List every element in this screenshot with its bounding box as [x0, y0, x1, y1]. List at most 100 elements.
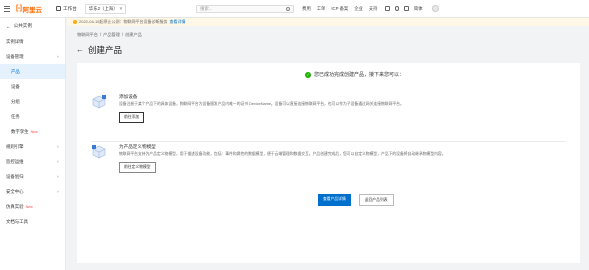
aliyun-logo[interactable]: [-] 阿里云 — [16, 4, 42, 14]
sidebar-item[interactable]: 任务 — [0, 109, 65, 124]
success-text: 您已成功完成创建产品，接下来您可以： — [314, 72, 405, 78]
step-description: 物联网平台支持为产品定义物模型，用于描述设备功能，包括：事件和属性的数据模型，便… — [119, 152, 446, 156]
step-description: 设备注册于某个产品下的具体设备，物联网平台为设备颁发产品内唯一的证书 Devic… — [119, 102, 404, 106]
step-title: 为产品定义物模型 — [119, 144, 156, 149]
message-icon[interactable] — [385, 6, 390, 11]
notice-link[interactable]: 查看详情 — [169, 19, 185, 25]
back-arrow-icon: ← — [6, 23, 11, 29]
sidebar-item-label: 仿真实验 New — [6, 204, 33, 210]
sidebar-item-text: 任务 — [11, 113, 20, 119]
sidebar-item[interactable]: 仿真实验 New — [0, 199, 65, 214]
sidebar-item[interactable]: 设备管理 ˄ — [0, 49, 65, 64]
new-badge: New — [30, 129, 38, 134]
sidebar-item-label: 安全中心 — [6, 189, 24, 195]
sidebar-item-label: 设备划归 — [6, 174, 24, 180]
menu-icon[interactable] — [0, 0, 14, 18]
cart-icon[interactable] — [404, 6, 409, 11]
sidebar-item-label: 数字孪生 New — [11, 129, 38, 135]
breadcrumb-separator: / — [99, 32, 102, 37]
sidebar-item-text: 安全中心 — [6, 188, 24, 194]
top-navigation-bar: [-] 阿里云 工作台 华东2（上海） ˅ 搜索... 费用 工单 ICP 备案… — [0, 0, 589, 18]
sidebar-item-label: 分组 — [11, 99, 20, 105]
sidebar-item-text: 实例详情 — [6, 38, 24, 44]
logo-mark: [-] — [16, 5, 22, 12]
notice-banner: 2022-04-15起停止公测：物联网平台设备诊断服务 查看详情 — [67, 18, 589, 26]
page-header: ← 创建产品 — [76, 44, 122, 56]
footer-actions: 查看产品详情 返回产品列表 — [318, 194, 394, 206]
sidebar-item-label: 实例详情 — [6, 39, 24, 45]
sidebar-item[interactable]: 设备 — [0, 79, 65, 94]
sidebar-item[interactable]: 产品 — [0, 64, 65, 79]
sidebar-item-label: 任务 — [11, 114, 20, 120]
region-selector[interactable]: 华东2（上海） ˅ — [84, 3, 127, 14]
top-link-icp[interactable]: ICP 备案 — [331, 6, 348, 12]
sidebar-item-text: 分组 — [11, 98, 20, 104]
breadcrumb: 物联网平台 / 产品管理 / 创建产品 — [77, 32, 142, 38]
model-cube-icon — [92, 145, 106, 159]
step-title: 添加设备 — [119, 94, 138, 99]
help-icon[interactable] — [394, 6, 400, 11]
sidebar-item-text: 设备 — [11, 83, 20, 89]
sidebar-item-text: 监控运维 — [6, 158, 24, 164]
top-icons: 简体 — [385, 5, 439, 12]
success-message: ✓ 您已成功完成创建产品，接下来您可以： — [305, 71, 404, 78]
breadcrumb-item-product-mgmt[interactable]: 产品管理 — [103, 32, 120, 38]
sidebar-item-label: 产品 — [11, 69, 20, 75]
device-cube-icon — [92, 95, 106, 109]
sidebar-item-text: 文档与工具 — [6, 218, 28, 224]
result-card: ✓ 您已成功完成创建产品，接下来您可以： 添加设备 设备注册于某个产品下的具体设… — [77, 63, 580, 263]
sidebar-item[interactable]: 分组 — [0, 94, 65, 109]
go-add-device-button[interactable]: 前往添加 — [119, 112, 145, 123]
chevron-icon: ˅ — [56, 144, 59, 149]
sidebar-item-label: 监控运维 — [6, 159, 24, 165]
avatar[interactable] — [431, 5, 439, 12]
search-icon — [286, 6, 291, 11]
breadcrumb-item-platform[interactable]: 物联网平台 — [77, 32, 98, 38]
chevron-down-icon: ˅ — [119, 6, 123, 11]
chevron-icon: ˄ — [56, 54, 59, 59]
top-link-enterprise[interactable]: 企业 — [354, 6, 363, 12]
sidebar-item-text: 设备管理 — [6, 53, 24, 59]
step-add-device: 添加设备 设备注册于某个产品下的具体设备，物联网平台为设备颁发产品内唯一的证书 … — [91, 94, 449, 123]
sidebar-item[interactable]: 安全中心 ˅ — [0, 184, 65, 199]
language-switch[interactable]: 简体 — [414, 6, 423, 12]
breadcrumb-separator: / — [121, 32, 124, 37]
sidebar-item-label: 设备 — [11, 84, 20, 90]
home-icon — [56, 6, 61, 11]
top-link-fee[interactable]: 费用 — [302, 6, 311, 12]
chevron-icon: ˅ — [56, 159, 59, 164]
sidebar-item[interactable]: 监控运维 ˅ — [0, 154, 65, 169]
logo-text: 阿里云 — [22, 6, 43, 14]
step-define-model: 为产品定义物模型 物联网平台支持为产品定义物模型，用于描述设备功能，包括：事件和… — [91, 144, 449, 173]
page-title: 创建产品 — [88, 45, 123, 55]
sidebar-item[interactable]: 文档与工具 — [0, 214, 65, 229]
sidebar-back-label: 公共实例 — [13, 23, 32, 28]
back-arrow-icon[interactable]: ← — [76, 46, 84, 54]
search-placeholder: 搜索... — [200, 5, 213, 11]
back-to-list-button[interactable]: 返回产品列表 — [358, 194, 394, 206]
sidebar-item-label: 规则引擎 — [6, 144, 24, 150]
top-link-ticket[interactable]: 工单 — [317, 6, 326, 12]
search-input[interactable]: 搜索... — [196, 4, 295, 13]
view-product-detail-button[interactable]: 查看产品详情 — [318, 194, 351, 206]
go-define-model-button[interactable]: 前往定义物模型 — [119, 162, 156, 173]
check-circle-icon: ✓ — [305, 71, 311, 78]
top-link-support[interactable]: 支持 — [369, 6, 378, 12]
sidebar-item[interactable]: 数字孪生 New — [0, 124, 65, 139]
sidebar-item-text: 设备划归 — [6, 173, 24, 179]
region-label: 华东2（上海） — [88, 5, 118, 11]
sidebar-item-label: 文档与工具 — [6, 219, 28, 225]
sidebar-item-text: 规则引擎 — [6, 143, 24, 149]
chevron-icon: ˅ — [56, 174, 59, 179]
top-links: 费用 工单 ICP 备案 企业 支持 — [302, 6, 377, 12]
workbench-link[interactable]: 工作台 — [56, 6, 77, 12]
sidebar-item[interactable]: 实例详情 — [0, 34, 65, 49]
sidebar-item[interactable]: 设备划归 ˅ — [0, 169, 65, 184]
workbench-label: 工作台 — [63, 5, 77, 11]
sidebar-item[interactable]: 规则引擎 ˅ — [0, 139, 65, 154]
sidebar-item-text: 产品 — [11, 68, 20, 74]
sidebar-item-text: 仿真实验 — [6, 203, 24, 209]
sidebar-back-link[interactable]: ← 公共实例 — [0, 18, 65, 34]
notice-text: 2022-04-15起停止公测：物联网平台设备诊断服务 — [79, 19, 168, 24]
sidebar: ← 公共实例 实例详情 设备管理 ˄ 产品 设备 分组 任务 数字孪生 New 规则引擎 ˅ 监控运维… — [0, 18, 66, 270]
